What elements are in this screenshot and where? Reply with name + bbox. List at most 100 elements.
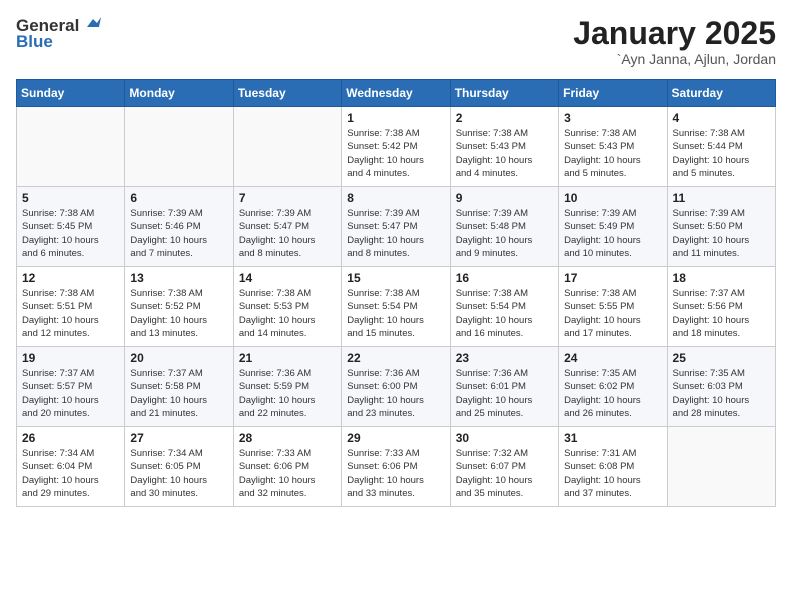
calendar-cell: 14Sunrise: 7:38 AM Sunset: 5:53 PM Dayli… [233, 267, 341, 347]
day-info: Sunrise: 7:39 AM Sunset: 5:47 PM Dayligh… [347, 207, 444, 260]
day-header-thursday: Thursday [450, 80, 558, 107]
calendar-cell: 5Sunrise: 7:38 AM Sunset: 5:45 PM Daylig… [17, 187, 125, 267]
day-number: 2 [456, 111, 553, 125]
calendar-cell: 21Sunrise: 7:36 AM Sunset: 5:59 PM Dayli… [233, 347, 341, 427]
calendar-table: SundayMondayTuesdayWednesdayThursdayFrid… [16, 79, 776, 507]
day-info: Sunrise: 7:38 AM Sunset: 5:54 PM Dayligh… [347, 287, 444, 340]
day-info: Sunrise: 7:37 AM Sunset: 5:56 PM Dayligh… [673, 287, 770, 340]
logo-blue-text: Blue [16, 32, 53, 52]
calendar-cell: 27 Sunrise: 7:34 AM Sunset: 6:05 PM Dayli… [125, 427, 233, 507]
calendar-cell: 26 Sunrise: 7:34 AM Sunset: 6:04 PM Dayli… [17, 427, 125, 507]
calendar-cell: 2 Sunrise: 7:38 AM Sunset: 5:43 PM Daylig… [450, 107, 558, 187]
day-info: Sunrise: 7:34 AM Sunset: 6:05 PM Dayligh… [130, 447, 227, 500]
calendar-cell: 11 Sunrise: 7:39 AM Sunset: 5:50 PM Dayli… [667, 187, 775, 267]
page: General Blue January 2025 `Ayn Janna, Aj… [0, 0, 792, 523]
calendar-week-2: 5Sunrise: 7:38 AM Sunset: 5:45 PM Daylig… [17, 187, 776, 267]
day-info: Sunrise: 7:36 AM Sunset: 6:01 PM Dayligh… [456, 367, 553, 420]
calendar-cell: 12 Sunrise: 7:38 AM Sunset: 5:51 PM Dayli… [17, 267, 125, 347]
day-number: 3 [564, 111, 661, 125]
day-number: 11 [673, 191, 770, 205]
day-number: 29 [347, 431, 444, 445]
calendar-cell [233, 107, 341, 187]
calendar-cell: 13 Sunrise: 7:38 AM Sunset: 5:52 PM Dayli… [125, 267, 233, 347]
day-number: 17 [564, 271, 661, 285]
day-header-tuesday: Tuesday [233, 80, 341, 107]
day-info: Sunrise: 7:38 AM Sunset: 5:52 PM Dayligh… [130, 287, 227, 340]
title-block: January 2025 `Ayn Janna, Ajlun, Jordan [573, 16, 776, 67]
day-number: 26 [22, 431, 119, 445]
day-info: Sunrise: 7:39 AM Sunset: 5:50 PM Dayligh… [673, 207, 770, 260]
location: `Ayn Janna, Ajlun, Jordan [573, 51, 776, 67]
calendar-cell: 18Sunrise: 7:37 AM Sunset: 5:56 PM Dayli… [667, 267, 775, 347]
month-title: January 2025 [573, 16, 776, 51]
day-info: Sunrise: 7:35 AM Sunset: 6:02 PM Dayligh… [564, 367, 661, 420]
day-number: 4 [673, 111, 770, 125]
day-number: 31 [564, 431, 661, 445]
day-number: 7 [239, 191, 336, 205]
calendar-cell: 9Sunrise: 7:39 AM Sunset: 5:48 PM Daylig… [450, 187, 558, 267]
day-info: Sunrise: 7:33 AM Sunset: 6:06 PM Dayligh… [347, 447, 444, 500]
calendar-cell: 20 Sunrise: 7:37 AM Sunset: 5:58 PM Dayli… [125, 347, 233, 427]
day-number: 15 [347, 271, 444, 285]
calendar-cell [17, 107, 125, 187]
day-info: Sunrise: 7:38 AM Sunset: 5:42 PM Dayligh… [347, 127, 444, 180]
calendar-cell: 25 Sunrise: 7:35 AM Sunset: 6:03 PM Dayli… [667, 347, 775, 427]
calendar-cell: 16 Sunrise: 7:38 AM Sunset: 5:54 PM Dayli… [450, 267, 558, 347]
day-number: 30 [456, 431, 553, 445]
day-header-saturday: Saturday [667, 80, 775, 107]
calendar-cell: 1Sunrise: 7:38 AM Sunset: 5:42 PM Daylig… [342, 107, 450, 187]
day-number: 24 [564, 351, 661, 365]
day-info: Sunrise: 7:31 AM Sunset: 6:08 PM Dayligh… [564, 447, 661, 500]
day-header-friday: Friday [559, 80, 667, 107]
day-header-sunday: Sunday [17, 80, 125, 107]
day-number: 22 [347, 351, 444, 365]
day-number: 25 [673, 351, 770, 365]
day-number: 27 [130, 431, 227, 445]
calendar-cell: 19 Sunrise: 7:37 AM Sunset: 5:57 PM Dayli… [17, 347, 125, 427]
calendar-cell [125, 107, 233, 187]
calendar-cell: 29 Sunrise: 7:33 AM Sunset: 6:06 PM Dayli… [342, 427, 450, 507]
day-number: 9 [456, 191, 553, 205]
calendar-header-row: SundayMondayTuesdayWednesdayThursdayFrid… [17, 80, 776, 107]
day-number: 23 [456, 351, 553, 365]
day-number: 19 [22, 351, 119, 365]
calendar-week-5: 26 Sunrise: 7:34 AM Sunset: 6:04 PM Dayli… [17, 427, 776, 507]
calendar-cell: 30Sunrise: 7:32 AM Sunset: 6:07 PM Dayli… [450, 427, 558, 507]
calendar-cell: 4Sunrise: 7:38 AM Sunset: 5:44 PM Daylig… [667, 107, 775, 187]
day-number: 13 [130, 271, 227, 285]
day-info: Sunrise: 7:38 AM Sunset: 5:51 PM Dayligh… [22, 287, 119, 340]
day-info: Sunrise: 7:33 AM Sunset: 6:06 PM Dayligh… [239, 447, 336, 500]
logo: General Blue [16, 16, 101, 52]
day-info: Sunrise: 7:37 AM Sunset: 5:58 PM Dayligh… [130, 367, 227, 420]
calendar-cell: 17 Sunrise: 7:38 AM Sunset: 5:55 PM Dayli… [559, 267, 667, 347]
day-info: Sunrise: 7:38 AM Sunset: 5:43 PM Dayligh… [456, 127, 553, 180]
calendar-cell: 23 Sunrise: 7:36 AM Sunset: 6:01 PM Dayli… [450, 347, 558, 427]
day-info: Sunrise: 7:38 AM Sunset: 5:55 PM Dayligh… [564, 287, 661, 340]
day-info: Sunrise: 7:38 AM Sunset: 5:43 PM Dayligh… [564, 127, 661, 180]
day-info: Sunrise: 7:35 AM Sunset: 6:03 PM Dayligh… [673, 367, 770, 420]
logo-bird-icon [83, 17, 101, 33]
day-number: 10 [564, 191, 661, 205]
day-number: 6 [130, 191, 227, 205]
calendar-cell: 10 Sunrise: 7:39 AM Sunset: 5:49 PM Dayli… [559, 187, 667, 267]
day-number: 21 [239, 351, 336, 365]
day-number: 14 [239, 271, 336, 285]
day-number: 12 [22, 271, 119, 285]
day-info: Sunrise: 7:37 AM Sunset: 5:57 PM Dayligh… [22, 367, 119, 420]
day-number: 28 [239, 431, 336, 445]
calendar-week-3: 12 Sunrise: 7:38 AM Sunset: 5:51 PM Dayli… [17, 267, 776, 347]
header: General Blue January 2025 `Ayn Janna, Aj… [16, 16, 776, 67]
calendar-week-4: 19 Sunrise: 7:37 AM Sunset: 5:57 PM Dayli… [17, 347, 776, 427]
calendar-cell: 3 Sunrise: 7:38 AM Sunset: 5:43 PM Daylig… [559, 107, 667, 187]
calendar-cell: 22Sunrise: 7:36 AM Sunset: 6:00 PM Dayli… [342, 347, 450, 427]
calendar-cell: 31 Sunrise: 7:31 AM Sunset: 6:08 PM Dayli… [559, 427, 667, 507]
day-number: 20 [130, 351, 227, 365]
day-number: 8 [347, 191, 444, 205]
day-info: Sunrise: 7:39 AM Sunset: 5:46 PM Dayligh… [130, 207, 227, 260]
day-info: Sunrise: 7:34 AM Sunset: 6:04 PM Dayligh… [22, 447, 119, 500]
day-number: 16 [456, 271, 553, 285]
calendar-cell: 6 Sunrise: 7:39 AM Sunset: 5:46 PM Daylig… [125, 187, 233, 267]
day-info: Sunrise: 7:38 AM Sunset: 5:54 PM Dayligh… [456, 287, 553, 340]
day-info: Sunrise: 7:39 AM Sunset: 5:49 PM Dayligh… [564, 207, 661, 260]
day-info: Sunrise: 7:39 AM Sunset: 5:47 PM Dayligh… [239, 207, 336, 260]
